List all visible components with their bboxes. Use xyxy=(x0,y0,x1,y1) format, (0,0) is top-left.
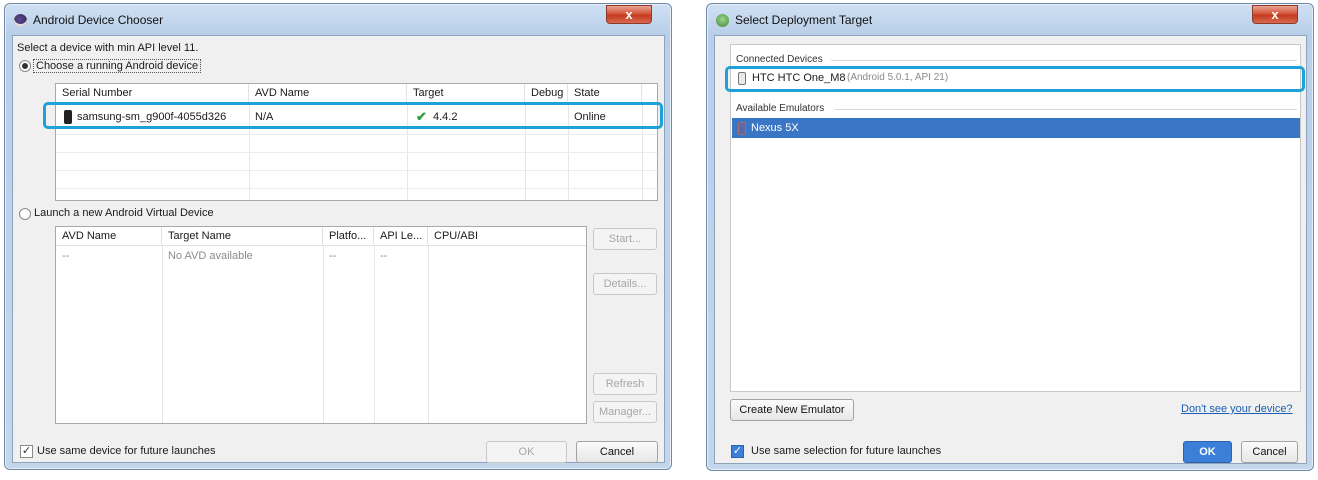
title-bar[interactable]: Select Deployment Target x xyxy=(707,4,1313,34)
column-header-target[interactable]: Target xyxy=(407,84,525,103)
device-icon xyxy=(738,122,746,135)
table-row[interactable]: -- No AVD available -- -- xyxy=(56,247,586,267)
column-header-target-name[interactable]: Target Name xyxy=(162,227,323,246)
cancel-button[interactable]: Cancel xyxy=(1241,441,1298,463)
eclipse-icon xyxy=(14,14,27,27)
window-title: Select Deployment Target xyxy=(735,13,873,27)
row-divider xyxy=(56,188,657,189)
column-header-debug[interactable]: Debug xyxy=(525,84,568,103)
refresh-button[interactable]: Refresh xyxy=(593,373,657,395)
dialog-body: Select a device with min API level 11. C… xyxy=(12,35,665,463)
column-header-api-level[interactable]: API Le... xyxy=(374,227,428,246)
available-emulators-header: Available Emulators xyxy=(736,103,825,114)
target-name-cell: No AVD available xyxy=(168,250,253,262)
column-header-avd-name[interactable]: AVD Name xyxy=(249,84,407,103)
launch-avd-radio[interactable] xyxy=(19,208,31,220)
column-divider xyxy=(374,246,375,423)
group-divider xyxy=(835,109,1297,110)
column-divider xyxy=(323,246,324,423)
same-selection-label[interactable]: Use same selection for future launches xyxy=(751,445,941,457)
details-button[interactable]: Details... xyxy=(593,273,657,295)
same-device-checkbox[interactable]: ✓ xyxy=(20,445,33,458)
column-header-platform[interactable]: Platfo... xyxy=(323,227,374,246)
android-device-chooser-window: Android Device Chooser x Select a device… xyxy=(4,3,672,470)
column-divider xyxy=(428,246,429,423)
close-button[interactable]: x xyxy=(606,5,652,24)
cpu-abi-cell xyxy=(428,247,434,266)
column-header-serial[interactable]: Serial Number xyxy=(56,84,249,103)
manager-button[interactable]: Manager... xyxy=(593,401,657,423)
selected-device-highlight xyxy=(43,102,663,129)
start-button[interactable]: Start... xyxy=(593,228,657,250)
avd-table[interactable]: AVD Name Target Name Platfo... API Le...… xyxy=(55,226,587,424)
row-divider xyxy=(56,134,657,135)
column-header-cpu-abi[interactable]: CPU/ABI xyxy=(428,227,586,246)
column-divider xyxy=(162,246,163,423)
group-divider xyxy=(831,60,1297,61)
create-new-emulator-button[interactable]: Create New Emulator xyxy=(730,399,854,421)
same-selection-checkbox[interactable]: ✓ xyxy=(731,445,744,458)
dialog-body: Connected Devices HTC HTC One_M8 (Androi… xyxy=(714,35,1307,464)
connected-device-highlight xyxy=(725,66,1305,92)
running-device-label[interactable]: Choose a running Android device xyxy=(33,59,202,73)
cancel-button[interactable]: Cancel xyxy=(576,441,658,463)
close-button[interactable]: x xyxy=(1252,5,1298,24)
device-table[interactable]: Serial Number AVD Name Target Debug Stat… xyxy=(55,83,658,201)
ok-button[interactable]: OK xyxy=(1183,441,1232,463)
select-deployment-target-window: Select Deployment Target x Connected Dev… xyxy=(706,3,1314,471)
window-title: Android Device Chooser xyxy=(33,13,164,27)
android-icon xyxy=(716,14,729,27)
platform-cell: -- xyxy=(329,250,337,262)
running-device-radio[interactable] xyxy=(19,60,31,72)
device-list[interactable]: Connected Devices HTC HTC One_M8 (Androi… xyxy=(730,44,1301,392)
same-device-label[interactable]: Use same device for future launches xyxy=(37,445,216,457)
column-header-avd-name[interactable]: AVD Name xyxy=(56,227,162,246)
row-divider xyxy=(56,170,657,171)
connected-devices-header: Connected Devices xyxy=(736,54,823,65)
close-icon: x xyxy=(1271,7,1279,22)
column-header-filler xyxy=(642,84,657,103)
row-divider xyxy=(56,152,657,153)
api-level-cell: -- xyxy=(380,250,388,262)
ok-button[interactable]: OK xyxy=(486,441,567,463)
dont-see-device-link[interactable]: Don't see your device? xyxy=(1181,403,1293,415)
emulator-name: Nexus 5X xyxy=(751,122,799,134)
launch-avd-label[interactable]: Launch a new Android Virtual Device xyxy=(34,207,214,219)
column-header-state[interactable]: State xyxy=(568,84,642,103)
title-bar[interactable]: Android Device Chooser x xyxy=(5,4,671,34)
close-icon: x xyxy=(625,7,633,22)
api-level-prompt: Select a device with min API level 11. xyxy=(17,42,199,54)
list-item[interactable]: Nexus 5X xyxy=(732,118,1300,138)
avd-name-cell: -- xyxy=(62,250,70,262)
